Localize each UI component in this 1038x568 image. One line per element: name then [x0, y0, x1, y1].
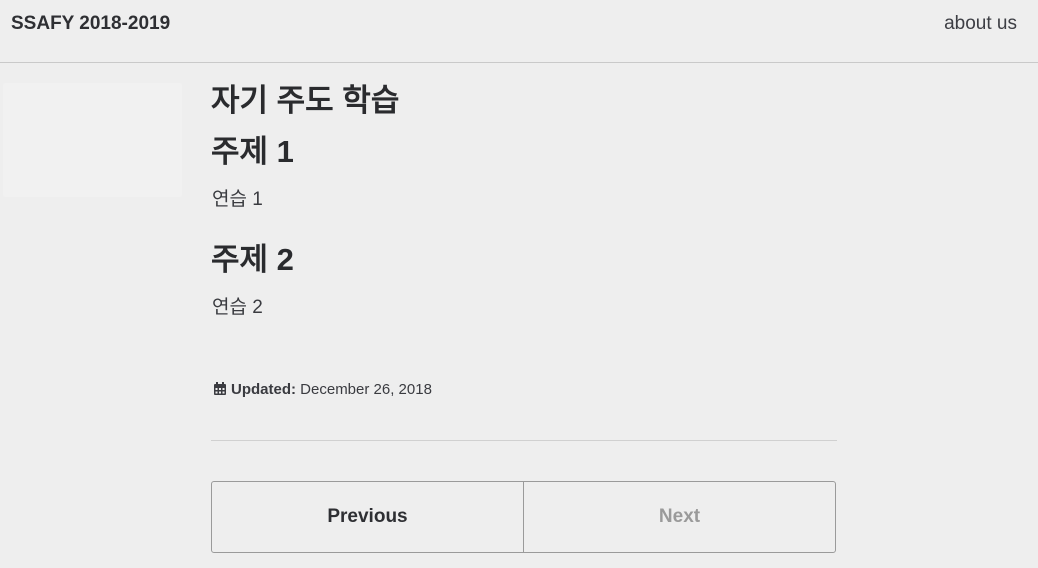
section-heading-2: 주제 2	[211, 242, 294, 277]
section-heading-1: 주제 1	[211, 134, 294, 169]
previous-button[interactable]: Previous	[212, 482, 523, 552]
nav-link-about-us[interactable]: about us	[944, 12, 1017, 36]
page-title: 자기 주도 학습	[211, 83, 400, 118]
calendar-icon	[213, 381, 227, 402]
masthead: SSAFY 2018-2019 about us	[0, 0, 1038, 63]
section-text-2: 연습 2	[212, 297, 263, 318]
content-divider	[211, 440, 837, 441]
section-text-1: 연습 1	[212, 189, 263, 210]
updated-date: December 26, 2018	[300, 381, 432, 398]
author-avatar-placeholder	[3, 83, 182, 197]
next-button: Next	[523, 482, 835, 552]
page-meta-updated: Updated: December 26, 2018	[213, 380, 432, 402]
pagination: Previous Next	[211, 481, 836, 553]
site-title[interactable]: SSAFY 2018-2019	[11, 12, 170, 36]
updated-label: Updated:	[231, 381, 296, 398]
